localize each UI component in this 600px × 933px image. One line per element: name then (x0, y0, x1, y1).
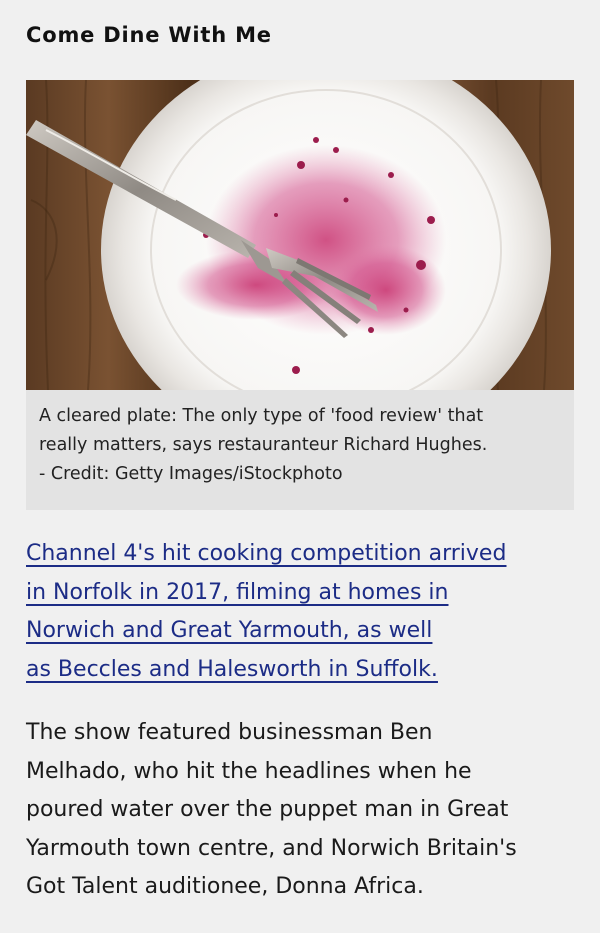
article-link[interactable]: Channel 4's hit cooking competition arri… (26, 535, 574, 689)
article-figure: A cleared plate: The only type of 'food … (26, 80, 574, 510)
article-page: Come Dine With Me A cleared plate: The o… (0, 0, 600, 933)
caption-line: A cleared plate: The only type of 'food … (39, 406, 484, 426)
section-headline: Come Dine With Me (26, 23, 272, 47)
body-line: The show featured businessman Ben (26, 720, 433, 745)
body-line: Got Talent auditionee, Donna Africa. (26, 874, 424, 899)
link-line[interactable]: Channel 4's hit cooking competition arri… (26, 535, 574, 574)
body-paragraph: The show featured businessman Ben Melhad… (26, 714, 578, 907)
linked-paragraph[interactable]: Channel 4's hit cooking competition arri… (26, 535, 574, 689)
caption-credit: - Credit: Getty Images/iStockphoto (39, 464, 343, 484)
body-line: Melhado, who hit the headlines when he (26, 758, 472, 784)
cleared-plate-photo[interactable] (26, 80, 574, 390)
link-line[interactable]: as Beccles and Halesworth in Suffolk. (26, 651, 574, 690)
caption-line: really matters, says restauranteur Richa… (39, 435, 488, 455)
link-line[interactable]: Norwich and Great Yarmouth, as well (26, 612, 574, 651)
photo-caption: A cleared plate: The only type of 'food … (39, 402, 564, 489)
body-line: Yarmouth town centre, and Norwich Britai… (26, 835, 517, 861)
link-line[interactable]: in Norfolk in 2017, filming at homes in (26, 574, 574, 613)
body-line: poured water over the puppet man in Grea… (26, 797, 509, 822)
